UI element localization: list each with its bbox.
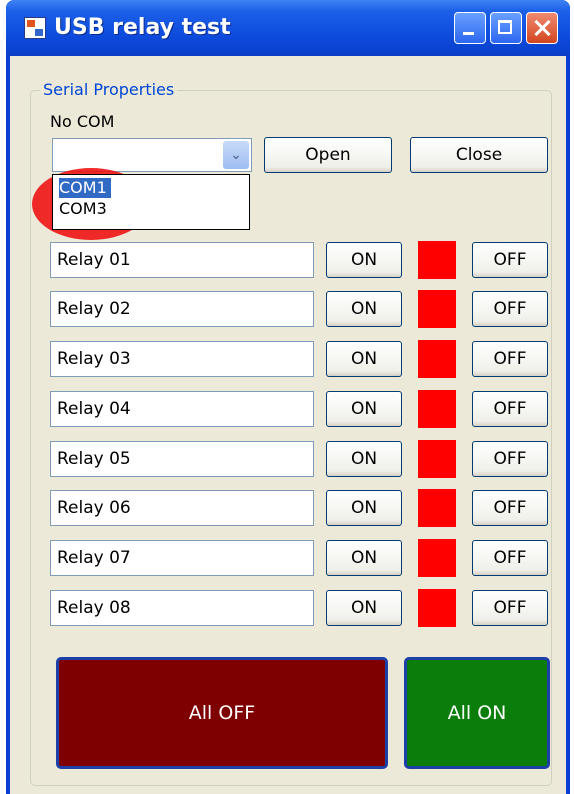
app-window-icon <box>24 17 46 39</box>
relay-status-indicator <box>418 539 456 577</box>
relay-on-button[interactable]: ON <box>326 341 402 377</box>
relay-name-field[interactable] <box>50 590 314 626</box>
relay-name-field[interactable] <box>50 242 314 278</box>
close-window-button[interactable] <box>526 12 558 44</box>
chevron-down-icon[interactable]: ⌄ <box>223 141 249 169</box>
relay-name-field[interactable] <box>50 540 314 576</box>
all-off-button[interactable]: All OFF <box>56 657 388 769</box>
all-on-button[interactable]: All ON <box>404 657 550 769</box>
relay-name-field[interactable] <box>50 291 314 327</box>
relay-on-button[interactable]: ON <box>326 490 402 526</box>
relay-off-button[interactable]: OFF <box>472 490 548 526</box>
relay-on-button[interactable]: ON <box>326 391 402 427</box>
relay-off-button[interactable]: OFF <box>472 391 548 427</box>
dropdown-item-com1[interactable]: COM1 <box>59 178 111 198</box>
open-button[interactable]: Open <box>264 137 392 173</box>
group-label: Serial Properties <box>40 80 178 99</box>
relay-status-indicator <box>418 340 456 378</box>
relay-name-field[interactable] <box>50 391 314 427</box>
relay-status-indicator <box>418 589 456 627</box>
relay-status-indicator <box>418 440 456 478</box>
close-button[interactable]: Close <box>410 137 548 173</box>
relay-on-button[interactable]: ON <box>326 540 402 576</box>
relay-status-indicator <box>418 290 456 328</box>
dropdown-item-com3[interactable]: COM3 <box>59 199 107 219</box>
relay-on-button[interactable]: ON <box>326 291 402 327</box>
relay-on-button[interactable]: ON <box>326 590 402 626</box>
relay-status-indicator <box>418 489 456 527</box>
relay-name-field[interactable] <box>50 490 314 526</box>
relay-on-button[interactable]: ON <box>326 441 402 477</box>
com-port-combobox[interactable]: ⌄ <box>52 138 252 172</box>
relay-on-button[interactable]: ON <box>326 242 402 278</box>
title-bar[interactable]: USB relay test <box>6 0 570 56</box>
relay-status-indicator <box>418 241 456 279</box>
com-status-label: No COM <box>50 112 115 131</box>
relay-off-button[interactable]: OFF <box>472 590 548 626</box>
window-title: USB relay test <box>54 15 231 40</box>
relay-off-button[interactable]: OFF <box>472 242 548 278</box>
app-window: USB relay test Serial Properties No COM … <box>6 0 570 794</box>
client-area: Serial Properties No COM ⌄ COM1 COM3 Ope… <box>10 56 566 794</box>
relay-off-button[interactable]: OFF <box>472 540 548 576</box>
com-port-dropdown-list[interactable]: COM1 COM3 <box>52 174 250 230</box>
relay-name-field[interactable] <box>50 341 314 377</box>
relay-off-button[interactable]: OFF <box>472 441 548 477</box>
relay-status-indicator <box>418 390 456 428</box>
minimize-button[interactable] <box>454 12 486 44</box>
relay-off-button[interactable]: OFF <box>472 341 548 377</box>
maximize-button[interactable] <box>490 12 522 44</box>
relay-off-button[interactable]: OFF <box>472 291 548 327</box>
relay-name-field[interactable] <box>50 441 314 477</box>
